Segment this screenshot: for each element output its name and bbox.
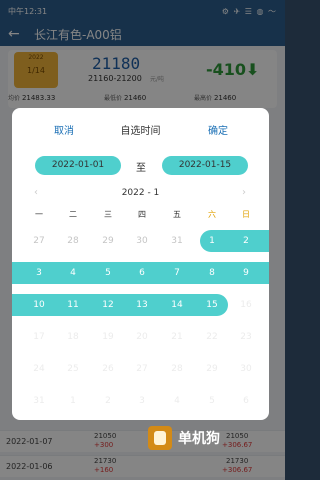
calendar-day-disabled: 27 [136, 364, 148, 374]
calendar-day-disabled: 19 [102, 332, 114, 342]
calendar-day[interactable]: 29 [90, 230, 126, 252]
calendar-day[interactable]: 12 [90, 294, 126, 316]
calendar-day-disabled: 6 [243, 396, 249, 406]
calendar-day[interactable]: 9 [228, 262, 264, 284]
calendar-day-disabled: 24 [33, 364, 45, 374]
calendar-day[interactable]: 3 [21, 262, 57, 284]
weekday-label: 三 [104, 210, 112, 219]
calendar-day-disabled: 23 [240, 332, 252, 342]
calendar-day-disabled: 22 [206, 332, 218, 342]
weekday-label: 六 [208, 210, 216, 219]
range-separator: 至 [136, 163, 146, 174]
calendar-day-disabled: 29 [206, 364, 218, 374]
month-label: 2022 - 1 [121, 188, 160, 198]
calendar-day-disabled: 5 [209, 396, 215, 406]
calendar-day-disabled: 2 [105, 396, 111, 406]
calendar-day[interactable]: 13 [124, 294, 160, 316]
calendar-day-disabled: 3 [139, 396, 145, 406]
calendar-day[interactable]: 31 [159, 230, 195, 252]
calendar-day[interactable]: 2 [228, 230, 264, 252]
calendar-day-disabled: 17 [33, 332, 45, 342]
calendar-day[interactable]: 28 [55, 230, 91, 252]
calendar-day[interactable]: 30 [124, 230, 160, 252]
calendar-day-disabled: 31 [33, 396, 45, 406]
calendar-day[interactable]: 4 [55, 262, 91, 284]
calendar-day[interactable]: 27 [21, 230, 57, 252]
calendar-day-disabled: 18 [67, 332, 79, 342]
calendar-day[interactable]: 14 [159, 294, 195, 316]
dialog-title: 自选时间 [120, 126, 161, 137]
start-date-field[interactable]: 2022-01-01 [35, 156, 121, 175]
weekday-label: 一 [35, 210, 43, 219]
calendar-day[interactable]: 7 [159, 262, 195, 284]
dog-logo-icon [148, 426, 172, 450]
calendar-day-disabled: 20 [136, 332, 148, 342]
weekday-label: 二 [69, 210, 77, 219]
weekday-label: 四 [138, 210, 146, 219]
calendar-day[interactable]: 8 [194, 262, 230, 284]
calendar-day-disabled: 4 [174, 396, 180, 406]
calendar-day-disabled: 30 [240, 364, 252, 374]
next-month-icon[interactable]: › [242, 187, 246, 198]
calendar-day-disabled: 1 [70, 396, 76, 406]
calendar-day[interactable]: 11 [55, 294, 91, 316]
calendar-day-disabled: 25 [67, 364, 79, 374]
calendar-day-range-start[interactable]: 1 [194, 227, 230, 253]
weekday-header: 一 二 三 四 五 六 日 [12, 209, 269, 223]
date-picker-dialog: 取消 自选时间 确定 2022-01-01 至 2022-01-15 ‹ 202… [12, 108, 269, 420]
watermark: 单机狗 [148, 426, 220, 450]
calendar-day-disabled: 21 [171, 332, 183, 342]
weekday-label: 日 [242, 210, 250, 219]
calendar-day[interactable]: 10 [21, 294, 57, 316]
calendar-day-range-end[interactable]: 15 [194, 291, 230, 317]
confirm-button[interactable]: 确定 [208, 122, 228, 137]
weekday-label: 五 [173, 210, 181, 219]
end-date-field[interactable]: 2022-01-15 [162, 156, 248, 175]
calendar-day-disabled: 28 [171, 364, 183, 374]
calendar-day[interactable]: 5 [90, 262, 126, 284]
watermark-text: 单机狗 [178, 431, 220, 447]
calendar-day-disabled: 16 [240, 300, 252, 310]
calendar-day-disabled: 26 [102, 364, 114, 374]
calendar-day[interactable]: 6 [124, 262, 160, 284]
